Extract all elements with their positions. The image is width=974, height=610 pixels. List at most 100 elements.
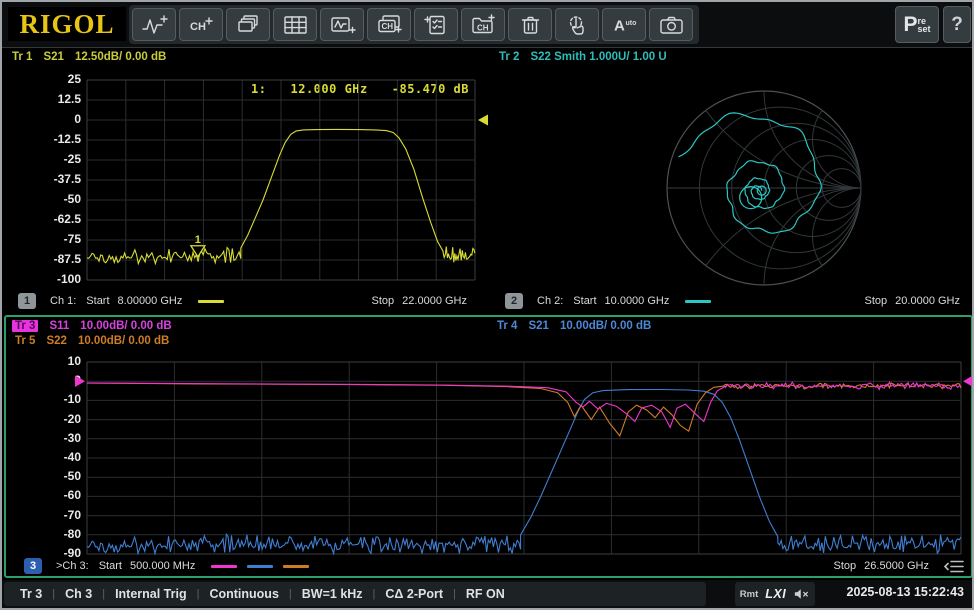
ch1-start-value: 8.00000 GHz — [118, 295, 183, 307]
channel1-footer: 1 Ch 1: Start 8.00000 GHz Stop 22.0000 G… — [18, 292, 467, 310]
ch1-stop-label: Stop — [372, 295, 395, 307]
vna-screen: RIGOL CH CH CH Auto P reset ? Tr 1 S21 12.5… — [0, 0, 974, 610]
delete-button[interactable] — [508, 8, 552, 41]
status-item: BW=1 kHz — [302, 587, 363, 601]
smith-plot[interactable] — [491, 48, 973, 314]
status-remote: Rmt LXI — [735, 582, 815, 606]
status-separator: | — [102, 588, 105, 600]
ch3-start-value: 500.000 MHz — [130, 560, 195, 572]
ref-level-marker-right — [963, 375, 973, 387]
status-separator: | — [289, 588, 292, 600]
trace5-id: Tr 5 — [15, 335, 35, 347]
y-tick-label: -37.5 — [37, 172, 81, 186]
status-bar: Tr 3|Ch 3|Internal Trig|Continuous|BW=1 … — [2, 580, 972, 608]
add-channel-button[interactable]: CH — [179, 8, 223, 41]
y-tick-label: -20 — [37, 412, 81, 426]
ch1-label: Ch 1: — [50, 295, 76, 307]
ch2-label: Ch 2: — [537, 295, 563, 307]
status-left: Tr 3|Ch 3|Internal Trig|Continuous|BW=1 … — [4, 582, 706, 606]
trace4-scale: 10.00dB/ 0.00 dB — [560, 320, 651, 332]
status-item: CΔ 2-Port — [385, 587, 443, 601]
new-channel-window-button[interactable]: CH — [367, 8, 411, 41]
status-item: RF ON — [466, 587, 505, 601]
ch2-start-label: Start — [573, 295, 596, 307]
channel3-badge[interactable]: 3 — [24, 558, 42, 574]
auto-scale-button[interactable]: Auto — [602, 8, 646, 41]
channel2-badge[interactable]: 2 — [505, 293, 523, 309]
trace5-scale: 10.00dB/ 0.00 dB — [78, 335, 169, 347]
trace4-id: Tr 4 — [497, 320, 517, 332]
status-item: Tr 3 — [20, 587, 42, 601]
status-separator: | — [52, 588, 55, 600]
trace3-header: Tr 3 S11 10.00dB/ 0.00 dB — [12, 320, 172, 332]
status-item: Ch 3 — [65, 587, 92, 601]
new-trace-window-button[interactable] — [320, 8, 364, 41]
y-tick-label: 12.5 — [37, 92, 81, 106]
y-tick-label: -75 — [37, 232, 81, 246]
y-tick-label: 10 — [37, 354, 81, 368]
status-separator: | — [373, 588, 376, 600]
svg-text:1: 1 — [195, 234, 201, 246]
ch1-stop-value: 22.0000 GHz — [402, 295, 467, 307]
speaker-muted-icon — [793, 588, 810, 600]
trace1-line-sample — [198, 300, 224, 303]
s21-plot[interactable]: 1 — [87, 80, 475, 280]
y-tick-label: -30 — [37, 431, 81, 445]
y-tick-label: 0 — [37, 373, 81, 387]
channel2-footer: 2 Ch 2: Start 10.0000 GHz Stop 20.0000 G… — [505, 292, 960, 310]
svg-text:uto: uto — [625, 20, 636, 27]
trace1-header: Tr 1 S21 12.50dB/ 0.00 dB — [12, 51, 166, 63]
datetime: 2025-08-13 15:22:43 — [847, 585, 964, 599]
y-tick-label: 0 — [37, 112, 81, 126]
channel1-panel[interactable]: Tr 1 S21 12.50dB/ 0.00 dB 1: 12.000 GHz … — [4, 48, 489, 314]
screenshot-button[interactable] — [649, 8, 693, 41]
preset-button[interactable]: P reset — [895, 6, 939, 43]
ch3-start-label: Start — [99, 560, 122, 572]
y-tick-label: -12.5 — [37, 132, 81, 146]
ch2-stop-label: Stop — [865, 295, 888, 307]
y-tick-label: -70 — [37, 508, 81, 522]
add-trace-button[interactable] — [132, 8, 176, 41]
trace4-param: S21 — [528, 320, 548, 332]
trace2-line-sample — [685, 300, 711, 303]
y-tick-label: 25 — [37, 72, 81, 86]
status-item: Continuous — [209, 587, 278, 601]
measurement-table-button[interactable] — [273, 8, 317, 41]
trace3-id[interactable]: Tr 3 — [12, 320, 38, 332]
channel3-footer: 3 >Ch 3: Start 500.000 MHz Stop 26.5000 … — [24, 557, 965, 575]
window-layout-button[interactable] — [226, 8, 270, 41]
channel2-panel[interactable]: Tr 2 S22 Smith 1.000U/ 1.00 U 2 Ch 2: St… — [491, 48, 973, 314]
svg-text:CH: CH — [477, 23, 489, 32]
channel-manager-button[interactable]: CH — [461, 8, 505, 41]
trace3-scale: 10.00dB/ 0.00 dB — [80, 320, 171, 332]
ch3-stop-value: 26.5000 GHz — [864, 560, 929, 572]
y-tick-label: -100 — [37, 272, 81, 286]
channel3-panel[interactable]: Tr 3 S11 10.00dB/ 0.00 dB Tr 4 S21 10.00… — [4, 315, 973, 578]
y-tick-label: -10 — [37, 392, 81, 406]
y-tick-label: -40 — [37, 450, 81, 464]
trace5-header: Tr 5 S22 10.00dB/ 0.00 dB — [15, 335, 169, 347]
rigol-logo: RIGOL — [8, 7, 126, 41]
trace3-param: S11 — [49, 320, 69, 332]
toolbar-buttons: CH CH CH Auto — [129, 5, 699, 44]
channel1-badge[interactable]: 1 — [18, 293, 36, 309]
ch1-start-label: Start — [86, 295, 109, 307]
status-separator: | — [197, 588, 200, 600]
y-tick-label: -50 — [37, 469, 81, 483]
y-tick-label: -87.5 — [37, 252, 81, 266]
y-tick-label: -25 — [37, 152, 81, 166]
y-tick-label: -80 — [37, 527, 81, 541]
multi-trace-plot[interactable] — [87, 362, 961, 554]
ref-level-marker — [478, 115, 488, 126]
trace5-param: S22 — [46, 335, 66, 347]
help-button[interactable]: ? — [943, 6, 971, 43]
y-tick-label: -60 — [37, 488, 81, 502]
status-separator: | — [453, 588, 456, 600]
trace-manager-button[interactable] — [414, 8, 458, 41]
trace4-line-sample — [247, 565, 273, 568]
toolbar: RIGOL CH CH CH Auto P reset ? — [2, 2, 972, 48]
menu-collapse-icon[interactable] — [943, 559, 965, 574]
touch-button[interactable] — [555, 8, 599, 41]
trace1-scale: 12.50dB/ 0.00 dB — [75, 51, 166, 63]
trace5-line-sample — [283, 565, 309, 568]
